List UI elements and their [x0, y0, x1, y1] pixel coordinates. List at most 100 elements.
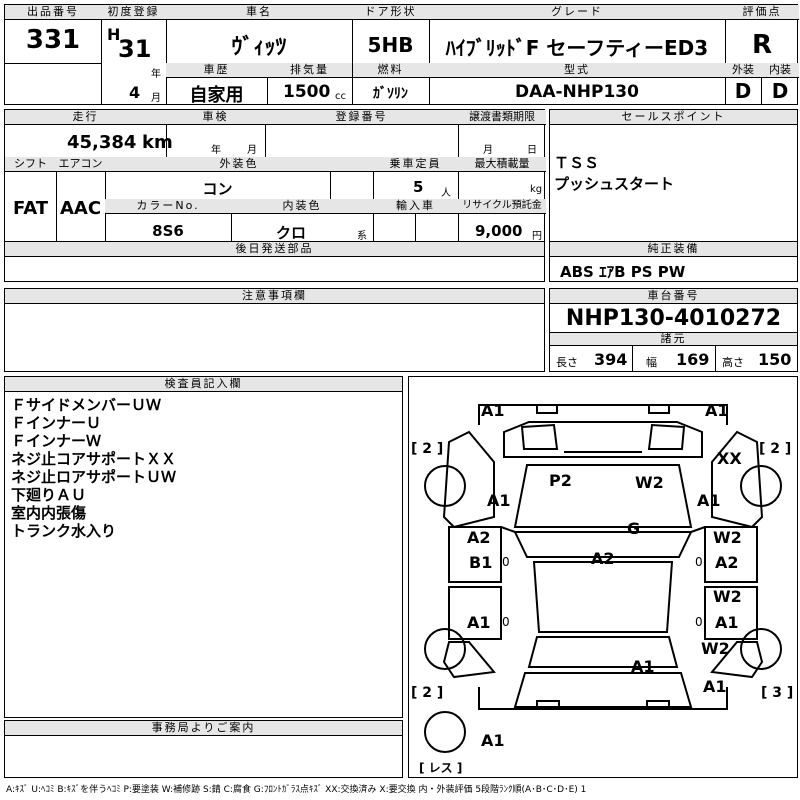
inspection-month-unit: 月 — [247, 145, 257, 156]
score-label: 評価点 — [725, 5, 799, 20]
mark-hood-w2: W2 — [635, 473, 664, 492]
inspector-label: 検査員記入欄 — [5, 377, 402, 392]
history-label: 車歴 — [166, 63, 267, 78]
year-unit: 年 — [151, 69, 161, 80]
model: DAA-NHP130 — [515, 82, 639, 102]
chassis-number: NHP130-4010272 — [565, 306, 782, 331]
import-label: 輸入車 — [373, 199, 458, 214]
mark-roof-a2: A2 — [591, 549, 615, 568]
mark-fl-fender: A1 — [487, 491, 511, 510]
mark-fl-door-a2: A2 — [467, 528, 491, 547]
reg-no-label: 登録番号 — [265, 110, 458, 125]
header-section: 出品番号 331 初度登録 H 31 年 4 月 車名 ｳﾞｨｯﾂ ドア形状 5… — [4, 4, 799, 106]
capacity-unit: 人 — [441, 188, 451, 199]
sales-points-label: セールスポイント — [550, 110, 797, 125]
transfer-day-unit: 日 — [527, 145, 537, 156]
inspection-year-unit: 年 — [211, 145, 221, 156]
tire-rl: [ 2 ] — [411, 685, 444, 701]
car-name: ｳﾞｨｯﾂ — [231, 35, 287, 60]
length-label: 長さ — [556, 356, 578, 369]
inspector-line: トランク水入り — [11, 522, 117, 540]
inspector-line: 室内内張傷 — [11, 504, 87, 522]
inspector-line: ＦサイドメンバーＵＷ — [11, 396, 162, 414]
ext-color: コン — [202, 180, 233, 198]
dims-label: 諸元 — [550, 333, 797, 346]
lot-no-label: 出品番号 — [5, 5, 101, 20]
mark-rr-door-a1: A1 — [715, 613, 739, 632]
mark-fr-door-a2: A2 — [715, 553, 739, 572]
int-color-label: 内装色 — [231, 199, 373, 214]
mark-fr-door-w2: W2 — [713, 528, 742, 547]
mark-fl-door-b1: B1 — [469, 553, 493, 572]
sales-point-item: プッシュスタート — [554, 175, 675, 193]
shift: FAT — [12, 198, 49, 219]
capacity-label: 乗車定員 — [373, 157, 458, 172]
interior-grade: D — [771, 79, 789, 103]
inspector-line: ＦインナーＷ — [11, 432, 102, 450]
mark-core-support: XX — [717, 449, 742, 468]
int-color-unit: 系 — [357, 231, 367, 242]
mark-rear-a1: A1 — [481, 731, 505, 750]
mileage-unit: km — [142, 132, 173, 153]
chassis-label: 車台番号 — [550, 289, 797, 304]
later-parts-section: 後日発送部品 — [4, 241, 545, 282]
mark-hood-p2: P2 — [549, 471, 572, 490]
car-name-label: 車名 — [166, 5, 352, 20]
int-color: クロ — [275, 224, 306, 242]
mark-front-right: A1 — [705, 401, 729, 420]
shift-label: シフト — [5, 157, 56, 172]
mark-zero: 0 — [502, 615, 510, 629]
interior-label: 内装 — [761, 63, 799, 78]
mark-fr-fender: A1 — [697, 491, 721, 510]
chassis-section: 車台番号 NHP130-4010272 諸元 長さ 394 幅 169 高さ 1… — [549, 288, 798, 372]
mileage-label: 走行 — [5, 110, 166, 125]
inspector-line: 下廻りＡＵ — [11, 486, 87, 504]
ext-color-label: 外装色 — [105, 157, 373, 172]
mark-rr-quarter-w2: W2 — [701, 639, 730, 658]
height: 150 — [758, 350, 792, 369]
mark-rr-door-w2: W2 — [713, 587, 742, 606]
legend: A:ｷｽﾞ U:ﾍｺﾐ B:ｷｽﾞを伴うﾍｺﾐ P:要塗装 W:補修跡 S:錆 … — [6, 785, 587, 795]
sales-points-section: セールスポイント ＴＳＳ プッシュスタート — [549, 109, 798, 242]
model-label: 型式 — [429, 63, 725, 78]
ac-label: エアコン — [56, 157, 105, 172]
door-label: ドア形状 — [352, 5, 429, 20]
equipment-section: 純正装備 ABS ｴｱB PS PW — [549, 241, 798, 282]
transfer-label: 譲渡書類期限 — [458, 110, 546, 125]
fuel: ｶﾞｿﾘﾝ — [373, 86, 408, 102]
lot-no: 331 — [25, 25, 81, 55]
max-load-unit: kg — [530, 184, 543, 195]
inspector-line: ネジ止ロアサポートＵＷ — [11, 468, 177, 486]
grade-label: グレード — [429, 5, 725, 20]
recycle-label: リサイクル預託金 — [458, 199, 546, 214]
tire-fl: [ 2 ] — [411, 441, 444, 457]
height-label: 高さ — [722, 356, 744, 369]
color-no-label: カラーNo. — [105, 199, 231, 214]
inspector-line: ＦインナーＵ — [11, 414, 102, 432]
spare-tire: [ レス ] — [419, 761, 463, 775]
mark-front-left: A1 — [481, 401, 505, 420]
tire-fr: [ 2 ] — [759, 441, 792, 457]
office-label: 事務局よりご案内 — [5, 721, 402, 736]
equipment: ABS ｴｱB PS PW — [560, 263, 686, 281]
mark-rl-door-a1: A1 — [467, 613, 491, 632]
mark-zero: 0 — [502, 555, 510, 569]
mark-trunk-a1: A1 — [631, 657, 655, 676]
later-parts-label: 後日発送部品 — [5, 242, 544, 257]
damage-diagram: A1 A1 XX A1 A1 P2 W2 G A2 B1 A2 W2 A2 W2… — [408, 376, 798, 778]
specs-section: 走行 45,384 km 車検 年 月 登録番号 譲渡書類期限 月 日 シフト … — [4, 109, 546, 243]
ac: AAC — [59, 198, 102, 219]
fuel-label: 燃料 — [352, 63, 429, 78]
width: 169 — [676, 350, 710, 369]
recycle-fee: 9,000 — [475, 222, 523, 240]
sales-point-item: ＴＳＳ — [554, 154, 600, 172]
capacity: 5 — [413, 178, 424, 196]
tire-rr: [ 3 ] — [761, 685, 794, 701]
max-load-label: 最大積載量 — [458, 157, 546, 172]
first-reg-label: 初度登録 — [101, 5, 166, 20]
color-no: 8S6 — [152, 222, 184, 240]
width-label: 幅 — [646, 356, 657, 369]
door-type: 5HB — [367, 33, 414, 57]
inspector-line: ネジ止コアサポートＸＸ — [11, 450, 177, 468]
length: 394 — [594, 350, 628, 369]
